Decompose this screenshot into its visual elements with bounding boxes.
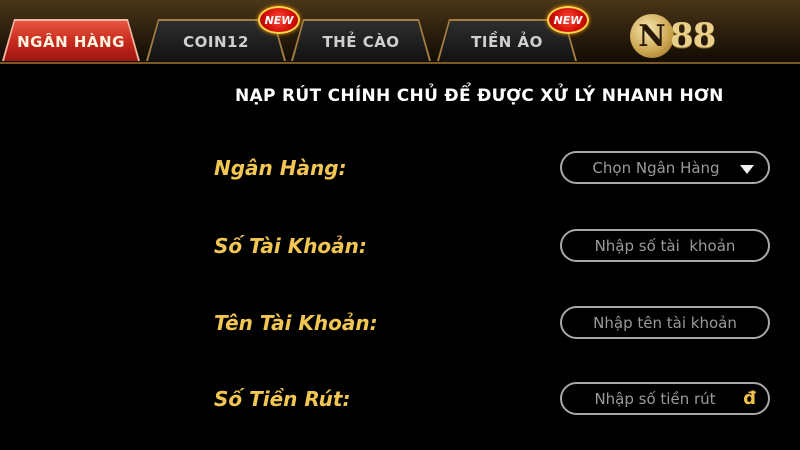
amount-label: Số Tiền Rút: [214, 387, 351, 411]
currency-dong-icon: đ [743, 388, 756, 409]
tab-ngan-hang[interactable]: NGÂN HÀNG [2, 19, 140, 61]
account-number-field [560, 229, 770, 262]
account-name-input[interactable] [562, 312, 768, 333]
account-name-label: Tên Tài Khoản: [214, 311, 378, 335]
amount-field: đ [560, 382, 770, 415]
logo-number: 88 [670, 16, 716, 56]
bank-label: Ngân Hàng: [214, 156, 347, 180]
page-heading: NẠP RÚT CHÍNH CHỦ ĐỂ ĐƯỢC XỬ LÝ NHANH HƠ… [235, 86, 724, 106]
amount-input[interactable] [562, 388, 768, 409]
account-number-input[interactable] [562, 235, 768, 256]
top-tab-bar: NGÂN HÀNG COIN12 THẺ CÀO TIỀN ẢO NEW NEW… [0, 0, 800, 64]
logo-letter: N [630, 14, 674, 58]
tab-label: NGÂN HÀNG [4, 21, 138, 61]
bank-select-value: Chọn Ngân Hàng [592, 158, 720, 177]
n88-logo: N 88 [630, 12, 740, 60]
account-number-label: Số Tài Khoản: [214, 234, 367, 258]
tab-label: THẺ CÀO [293, 21, 429, 61]
new-badge: NEW [547, 6, 589, 34]
caret-down-icon [740, 165, 754, 174]
bank-select[interactable]: Chọn Ngân Hàng [560, 151, 770, 184]
account-name-field [560, 306, 770, 339]
tab-the-cao[interactable]: THẺ CÀO [291, 19, 431, 61]
new-badge: NEW [258, 6, 300, 34]
